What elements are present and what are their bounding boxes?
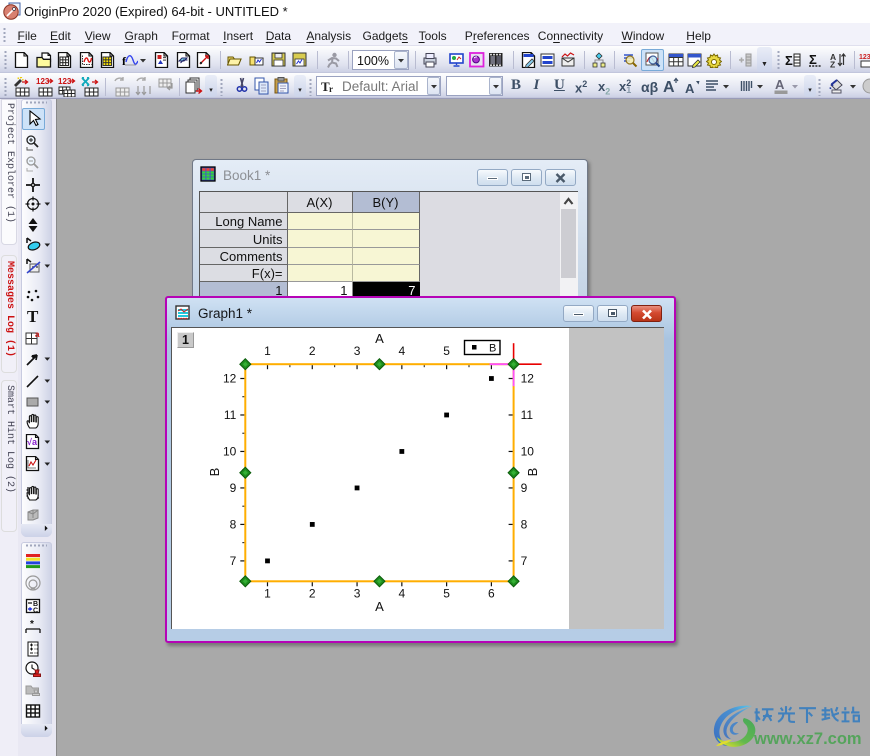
svg-text:12: 12 bbox=[521, 372, 535, 386]
svg-text:2: 2 bbox=[309, 344, 316, 358]
svg-text:2: 2 bbox=[309, 586, 316, 600]
svg-text:7: 7 bbox=[230, 554, 237, 568]
svg-text:11: 11 bbox=[224, 408, 237, 422]
svg-text:10: 10 bbox=[521, 444, 535, 458]
svg-text:6: 6 bbox=[488, 586, 495, 600]
svg-text:B: B bbox=[525, 468, 540, 477]
svg-text:1: 1 bbox=[264, 344, 271, 358]
svg-text:A: A bbox=[375, 331, 384, 346]
svg-text:A: A bbox=[375, 599, 384, 614]
svg-text:B: B bbox=[207, 468, 222, 477]
svg-text:5: 5 bbox=[443, 344, 450, 358]
svg-text:1: 1 bbox=[264, 586, 271, 600]
svg-text:B: B bbox=[489, 343, 496, 355]
svg-text:7: 7 bbox=[521, 554, 528, 568]
svg-text:12: 12 bbox=[223, 372, 237, 386]
svg-text:11: 11 bbox=[521, 408, 534, 422]
svg-text:3: 3 bbox=[354, 344, 361, 358]
svg-text:8: 8 bbox=[521, 517, 528, 531]
svg-text:10: 10 bbox=[223, 444, 237, 458]
svg-text:5: 5 bbox=[443, 586, 450, 600]
svg-text:4: 4 bbox=[398, 586, 405, 600]
svg-text:9: 9 bbox=[521, 481, 528, 495]
svg-text:9: 9 bbox=[230, 481, 237, 495]
svg-text:8: 8 bbox=[230, 517, 237, 531]
svg-text:4: 4 bbox=[398, 344, 405, 358]
svg-text:3: 3 bbox=[354, 586, 361, 600]
